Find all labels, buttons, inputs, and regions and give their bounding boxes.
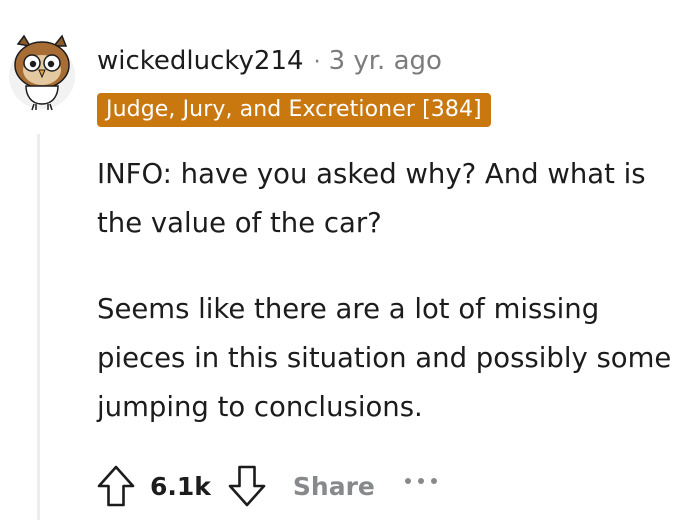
downvote-arrow-icon [228,465,266,507]
comment-body: INFO: have you asked why? And what is th… [97,150,692,432]
more-options-icon [404,477,437,484]
user-flair: Judge, Jury, and Excretioner [384] [97,93,491,127]
comment-paragraph-1: INFO: have you asked why? And what is th… [97,158,646,239]
user-avatar[interactable] [8,30,76,114]
comment-paragraph-2: Seems like there are a lot of missing pi… [97,293,672,423]
meta-separator: · [313,50,321,75]
more-options-button[interactable] [403,471,439,490]
comment-actions: 6.1k Share [96,462,439,510]
author-username[interactable]: wickedlucky214 [97,46,304,76]
owl-avatar-icon [9,34,75,111]
comment-age[interactable]: 3 yr. ago [329,46,442,76]
downvote-button[interactable] [227,464,267,508]
vote-score: 6.1k [150,471,211,501]
upvote-arrow-icon [97,465,135,507]
share-button[interactable]: Share [293,472,375,501]
thread-line[interactable] [37,134,40,520]
comment-meta: wickedlucky214 · 3 yr. ago [97,44,442,80]
upvote-button[interactable] [96,464,136,508]
